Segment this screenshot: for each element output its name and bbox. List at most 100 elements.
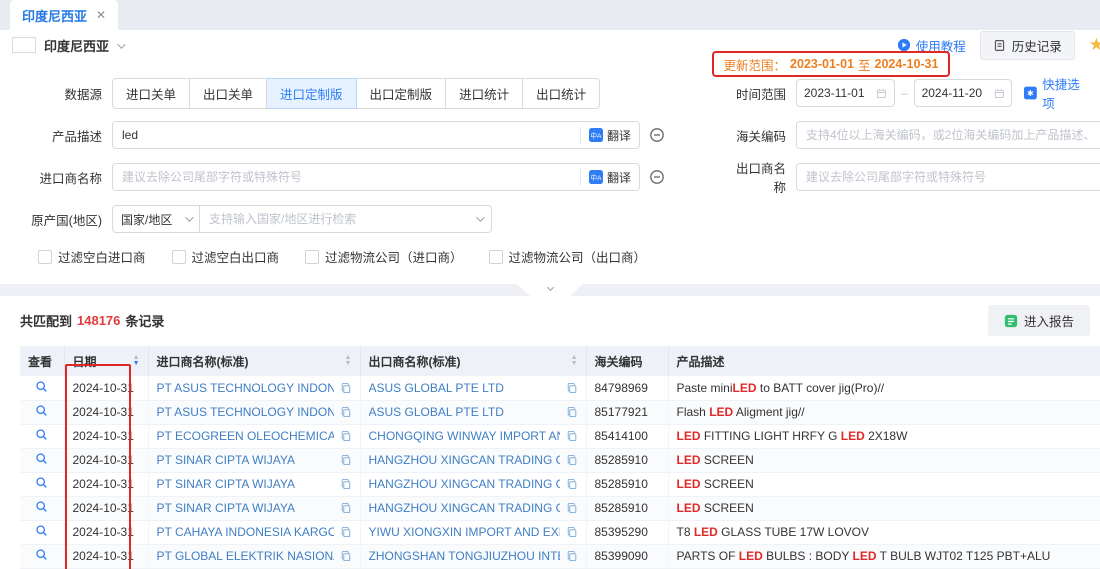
copy-icon[interactable] — [566, 406, 578, 418]
importer-link[interactable]: PT ASUS TECHNOLOGY INDONESIA BA... — [157, 381, 334, 395]
product-desc-input[interactable] — [113, 122, 580, 148]
origin-search-input[interactable] — [209, 212, 476, 226]
datasource-tab-4[interactable]: 进口统计 — [446, 78, 523, 109]
importer-link[interactable]: PT SINAR CIPTA WIJAYA — [157, 477, 334, 491]
exporter-link[interactable]: HANGZHOU XINGCAN TRADING CO LTD — [369, 501, 560, 515]
tab-close-icon[interactable]: ✕ — [96, 8, 106, 22]
view-search-icon[interactable] — [35, 404, 48, 417]
col-header-date[interactable]: 日期 ▲▼ — [64, 346, 148, 376]
filter-checkbox-2[interactable]: 过滤物流公司（进口商） — [305, 247, 463, 266]
match-summary: 共匹配到 148176 条记录 — [20, 311, 164, 330]
view-cell[interactable] — [20, 376, 64, 400]
datasource-tab-5[interactable]: 出口统计 — [523, 78, 600, 109]
exporter-link[interactable]: HANGZHOU XINGCAN TRADING CO LTD — [369, 477, 560, 491]
copy-icon[interactable] — [340, 382, 352, 394]
copy-icon[interactable] — [566, 430, 578, 442]
table-row: 2024-10-31PT ASUS TECHNOLOGY INDONESIA B… — [20, 400, 1100, 424]
copy-icon[interactable] — [566, 526, 578, 538]
filter-checkbox-1[interactable]: 过滤空白出口商 — [172, 247, 280, 266]
view-cell[interactable] — [20, 544, 64, 568]
importer-cell: PT ASUS TECHNOLOGY INDONESIA BA... — [148, 376, 360, 400]
country-dropdown[interactable] — [117, 38, 123, 52]
copy-icon[interactable] — [566, 454, 578, 466]
history-button[interactable]: 历史记录 — [980, 31, 1075, 60]
checkbox-icon[interactable] — [172, 250, 186, 264]
view-cell[interactable] — [20, 424, 64, 448]
exporter-link[interactable]: HANGZHOU XINGCAN TRADING CO LTD — [369, 453, 560, 467]
view-search-icon[interactable] — [35, 476, 48, 489]
view-cell[interactable] — [20, 400, 64, 424]
exporter-link[interactable]: ASUS GLOBAL PTE LTD — [369, 405, 560, 419]
datasource-tab-1[interactable]: 出口关单 — [190, 78, 267, 109]
importer-link[interactable]: PT GLOBAL ELEKTRIK NASIONAL — [157, 549, 334, 563]
hs-code-field — [796, 121, 1100, 149]
view-cell[interactable] — [20, 496, 64, 520]
col-header-hscode: 海关编码 — [586, 346, 668, 376]
copy-icon[interactable] — [340, 406, 352, 418]
date-cell: 2024-10-31 — [64, 472, 148, 496]
importer-name-input[interactable] — [113, 164, 580, 190]
exporter-link[interactable]: YIWU XIONGXIN IMPORT AND EXPORT... — [369, 525, 560, 539]
exporter-link[interactable]: ZHONGSHAN TONGJIUZHOU INTERNA... — [369, 549, 560, 563]
date-to-field[interactable] — [914, 79, 1013, 107]
exporter-link[interactable]: CHONGQING WINWAY IMPORT AND E... — [369, 429, 560, 443]
importer-link[interactable]: PT SINAR CIPTA WIJAYA — [157, 453, 334, 467]
table-row: 2024-10-31PT SINAR CIPTA WIJAYAHANGZHOU … — [20, 496, 1100, 520]
view-search-icon[interactable] — [35, 524, 48, 537]
copy-icon[interactable] — [566, 382, 578, 394]
translate-button[interactable]: 中A 翻译 — [580, 169, 639, 186]
copy-icon[interactable] — [340, 526, 352, 538]
copy-icon[interactable] — [566, 502, 578, 514]
copy-icon[interactable] — [566, 478, 578, 490]
copy-icon[interactable] — [340, 550, 352, 562]
copy-icon[interactable] — [340, 502, 352, 514]
exporter-name-input[interactable] — [797, 164, 1100, 190]
checkbox-icon[interactable] — [489, 250, 503, 264]
copy-icon[interactable] — [566, 550, 578, 562]
importer-link[interactable]: PT ASUS TECHNOLOGY INDONESIA BA... — [157, 405, 334, 419]
exporter-cell: CHONGQING WINWAY IMPORT AND E... — [360, 424, 586, 448]
col-header-importer[interactable]: 进口商名称(标准) ▲▼ — [148, 346, 360, 376]
sort-icon-exporter[interactable]: ▲▼ — [565, 355, 578, 367]
hs-code-input[interactable] — [797, 122, 1100, 148]
view-search-icon[interactable] — [35, 500, 48, 513]
datasource-tab-0[interactable]: 进口关单 — [112, 78, 190, 109]
page-tab-indonesia[interactable]: 印度尼西亚 ✕ — [10, 0, 118, 30]
view-cell[interactable] — [20, 520, 64, 544]
importer-link[interactable]: PT ECOGREEN OLEOCHEMICALS — [157, 429, 334, 443]
filter-checkbox-3[interactable]: 过滤物流公司（出口商） — [489, 247, 647, 266]
importer-link[interactable]: PT SINAR CIPTA WIJAYA — [157, 501, 334, 515]
datasource-tab-3[interactable]: 出口定制版 — [357, 78, 447, 109]
input-history-button[interactable] — [649, 127, 665, 143]
checkbox-label: 过滤空白出口商 — [192, 247, 280, 266]
date-from-input[interactable] — [804, 86, 872, 100]
table-row: 2024-10-31PT GLOBAL ELEKTRIK NASIONALZHO… — [20, 544, 1100, 568]
view-search-icon[interactable] — [35, 380, 48, 393]
sort-icon-importer[interactable]: ▲▼ — [339, 355, 352, 367]
datasource-tab-2[interactable]: 进口定制版 — [267, 78, 357, 109]
view-search-icon[interactable] — [35, 548, 48, 561]
copy-icon[interactable] — [340, 454, 352, 466]
view-cell[interactable] — [20, 472, 64, 496]
filter-checkbox-0[interactable]: 过滤空白进口商 — [38, 247, 146, 266]
copy-icon[interactable] — [340, 430, 352, 442]
input-history-button[interactable] — [649, 169, 665, 185]
translate-button[interactable]: 中A 翻译 — [580, 127, 639, 144]
sort-icon-date[interactable]: ▲▼ — [127, 355, 140, 367]
favorite-star-icon[interactable]: ★ — [1089, 35, 1100, 55]
origin-type-select[interactable]: 国家/地区 — [112, 205, 200, 233]
quick-options-link[interactable]: ✱ 快捷选项 — [1024, 74, 1088, 112]
date-cell: 2024-10-31 — [64, 376, 148, 400]
checkbox-icon[interactable] — [38, 250, 52, 264]
checkbox-icon[interactable] — [305, 250, 319, 264]
view-search-icon[interactable] — [35, 428, 48, 441]
importer-link[interactable]: PT CAHAYA INDONESIA KARGO — [157, 525, 334, 539]
date-to-input[interactable] — [922, 86, 990, 100]
enter-report-button[interactable]: 进入报告 — [988, 305, 1090, 336]
view-cell[interactable] — [20, 448, 64, 472]
date-from-field[interactable] — [796, 79, 895, 107]
exporter-link[interactable]: ASUS GLOBAL PTE LTD — [369, 381, 560, 395]
copy-icon[interactable] — [340, 478, 352, 490]
col-header-exporter[interactable]: 出口商名称(标准) ▲▼ — [360, 346, 586, 376]
view-search-icon[interactable] — [35, 452, 48, 465]
